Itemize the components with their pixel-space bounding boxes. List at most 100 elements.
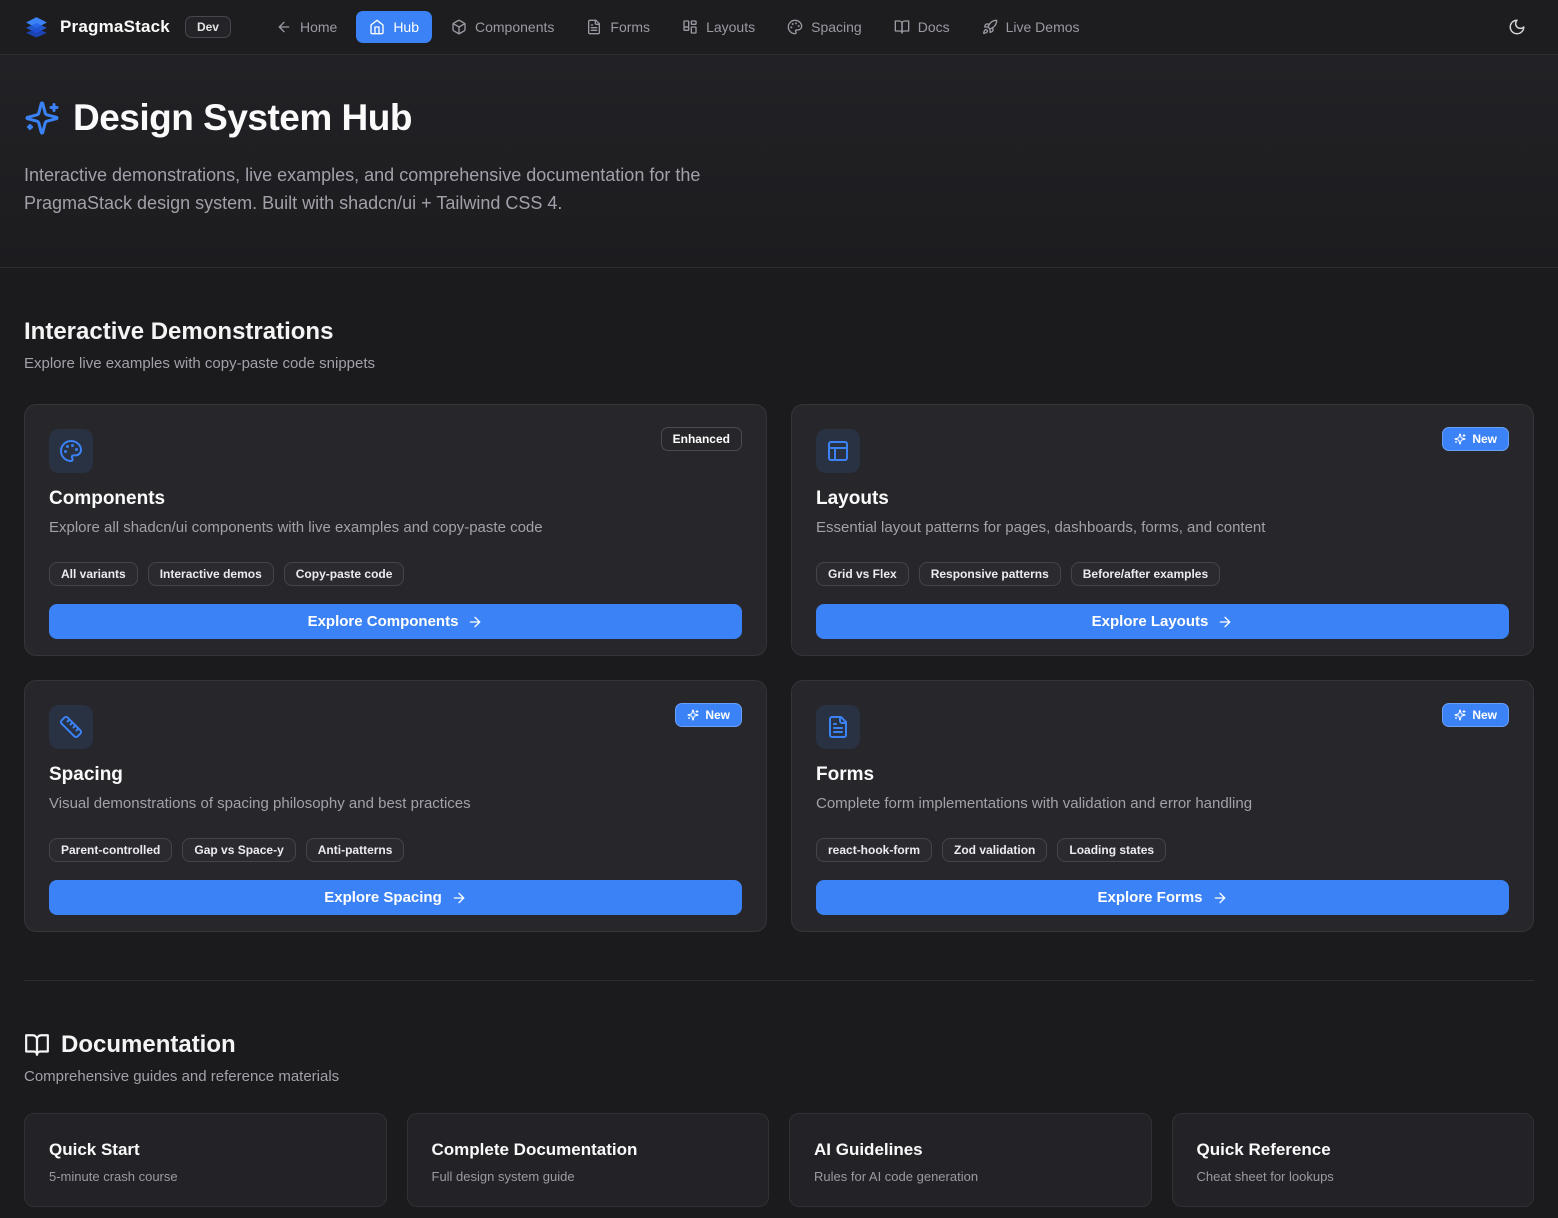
box-icon (451, 19, 467, 35)
doc-card-title: Quick Start (49, 1140, 362, 1160)
hero-section: Design System Hub Interactive demonstrat… (0, 55, 1558, 268)
card-title: Spacing (49, 764, 742, 786)
button-label: Explore Layouts (1092, 613, 1209, 630)
brand[interactable]: PragmaStack Dev (24, 15, 231, 40)
tag-row: Parent-controlled Gap vs Space-y Anti-pa… (49, 838, 742, 862)
dev-badge: Dev (185, 16, 231, 38)
arrow-right-icon (1212, 890, 1228, 906)
nav-label: Home (300, 19, 337, 35)
badge-label: New (1472, 432, 1497, 446)
arrow-right-icon (467, 614, 483, 630)
demos-section: Interactive Demonstrations Explore live … (0, 318, 1558, 932)
layout-grid-icon (682, 19, 698, 35)
page-title: Design System Hub (73, 97, 412, 139)
enhanced-badge: Enhanced (661, 427, 742, 451)
doc-card-description: Rules for AI code generation (814, 1169, 1127, 1184)
palette-icon (787, 19, 803, 35)
explore-spacing-button[interactable]: Explore Spacing (49, 880, 742, 915)
tag-badge: Zod validation (942, 838, 1047, 862)
tag-badge: Parent-controlled (49, 838, 172, 862)
doc-card-quick-start[interactable]: Quick Start 5-minute crash course (24, 1113, 387, 1207)
tag-badge: react-hook-form (816, 838, 932, 862)
tag-badge: Gap vs Space-y (182, 838, 295, 862)
docs-heading: Documentation (61, 1031, 236, 1059)
layers-logo-icon (24, 15, 49, 40)
moon-icon (1508, 18, 1526, 36)
docs-cards-grid: Quick Start 5-minute crash course Comple… (24, 1113, 1534, 1207)
demo-card-spacing: New Spacing Visual demonstrations of spa… (24, 680, 767, 932)
arrow-right-icon (1217, 614, 1233, 630)
card-title: Components (49, 488, 742, 510)
tag-badge: Anti-patterns (306, 838, 405, 862)
nav-label: Spacing (811, 19, 862, 35)
doc-card-ai-guidelines[interactable]: AI Guidelines Rules for AI code generati… (789, 1113, 1152, 1207)
nav-item-components[interactable]: Components (438, 11, 567, 43)
docs-subheading: Comprehensive guides and reference mater… (24, 1068, 1534, 1085)
card-title: Forms (816, 764, 1509, 786)
tag-row: react-hook-form Zod validation Loading s… (816, 838, 1509, 862)
nav-label: Components (475, 19, 554, 35)
tag-badge: Before/after examples (1071, 562, 1220, 586)
nav-label: Hub (393, 19, 419, 35)
explore-components-button[interactable]: Explore Components (49, 604, 742, 639)
doc-card-title: Complete Documentation (432, 1140, 745, 1160)
tag-badge: Loading states (1057, 838, 1166, 862)
doc-card-quick-reference[interactable]: Quick Reference Cheat sheet for lookups (1172, 1113, 1535, 1207)
card-description: Explore all shadcn/ui components with li… (49, 519, 742, 536)
documentation-section: Documentation Comprehensive guides and r… (0, 1031, 1558, 1207)
badge-label: New (705, 708, 730, 722)
tag-row: Grid vs Flex Responsive patterns Before/… (816, 562, 1509, 586)
new-badge: New (1442, 703, 1509, 727)
nav-item-docs[interactable]: Docs (881, 11, 963, 43)
nav-item-live-demos[interactable]: Live Demos (969, 11, 1093, 43)
book-open-icon (24, 1032, 50, 1058)
nav-label: Forms (610, 19, 650, 35)
tag-badge: Interactive demos (148, 562, 274, 586)
demo-card-layouts: New Layouts Essential layout patterns fo… (791, 404, 1534, 656)
nav-item-layouts[interactable]: Layouts (669, 11, 768, 43)
nav-label: Docs (918, 19, 950, 35)
nav-label: Live Demos (1006, 19, 1080, 35)
explore-forms-button[interactable]: Explore Forms (816, 880, 1509, 915)
doc-card-description: 5-minute crash course (49, 1169, 362, 1184)
spacing-icon-tile (49, 705, 93, 749)
ruler-icon (59, 715, 83, 739)
sparkles-icon (24, 100, 60, 136)
nav-item-spacing[interactable]: Spacing (774, 11, 875, 43)
button-label: Explore Components (308, 613, 459, 630)
button-label: Explore Forms (1097, 889, 1202, 906)
rocket-icon (982, 19, 998, 35)
layouts-icon-tile (816, 429, 860, 473)
doc-card-description: Cheat sheet for lookups (1197, 1169, 1510, 1184)
sparkles-icon (1454, 433, 1466, 445)
card-description: Complete form implementations with valid… (816, 795, 1509, 812)
tag-badge: Grid vs Flex (816, 562, 909, 586)
hero-description: Interactive demonstrations, live example… (24, 161, 769, 217)
layout-icon (826, 439, 850, 463)
demo-card-forms: New Forms Complete form implementations … (791, 680, 1534, 932)
card-description: Essential layout patterns for pages, das… (816, 519, 1509, 536)
doc-card-title: Quick Reference (1197, 1140, 1510, 1160)
arrow-right-icon (451, 890, 467, 906)
explore-layouts-button[interactable]: Explore Layouts (816, 604, 1509, 639)
tag-badge: Responsive patterns (919, 562, 1061, 586)
new-badge: New (675, 703, 742, 727)
theme-toggle-button[interactable] (1500, 10, 1534, 44)
file-text-icon (586, 19, 602, 35)
doc-card-complete-documentation[interactable]: Complete Documentation Full design syste… (407, 1113, 770, 1207)
badge-label: New (1472, 708, 1497, 722)
nav-item-forms[interactable]: Forms (573, 11, 663, 43)
demo-cards-grid: Enhanced Components Explore all shadcn/u… (24, 404, 1534, 932)
navbar: PragmaStack Dev Home Hub Components Form… (0, 0, 1558, 55)
brand-name: PragmaStack (60, 17, 170, 37)
sparkles-icon (687, 709, 699, 721)
button-label: Explore Spacing (324, 889, 442, 906)
tag-badge: All variants (49, 562, 138, 586)
palette-icon (59, 439, 83, 463)
demos-heading: Interactive Demonstrations (24, 318, 333, 346)
nav-item-hub[interactable]: Hub (356, 11, 432, 43)
doc-card-description: Full design system guide (432, 1169, 745, 1184)
card-title: Layouts (816, 488, 1509, 510)
new-badge: New (1442, 427, 1509, 451)
nav-item-home[interactable]: Home (263, 11, 350, 43)
